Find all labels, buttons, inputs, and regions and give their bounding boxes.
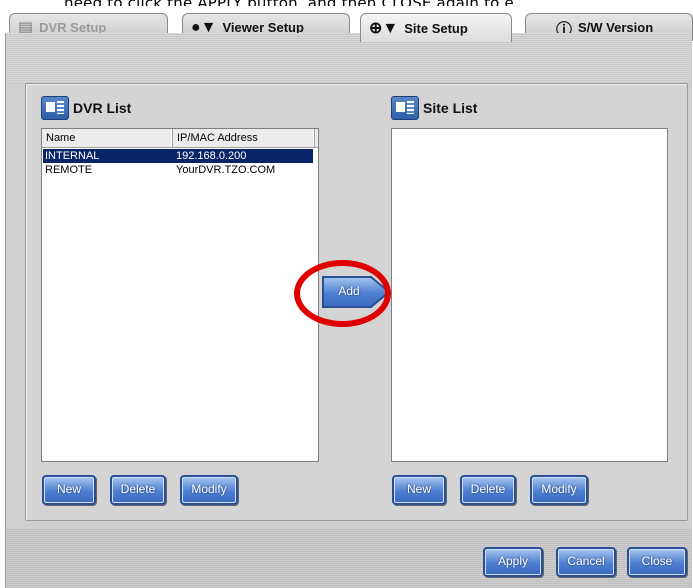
column-header-name[interactable]: Name (42, 129, 173, 147)
row-name: INTERNAL (45, 150, 100, 162)
dvr-list-header: Name IP/MAC Address (42, 129, 318, 148)
row-name: REMOTE (45, 164, 93, 176)
row-address: YourDVR.TZO.COM (176, 164, 276, 176)
dvr-list-heading: DVR List (41, 96, 131, 120)
column-header-ip-mac[interactable]: IP/MAC Address (173, 129, 315, 147)
footer-bar: Apply Cancel Close (6, 528, 692, 588)
close-button[interactable]: Close (627, 547, 687, 577)
dvr-list-icon (41, 96, 69, 120)
dvr-list-table[interactable]: Name IP/MAC Address INTERNAL 192.168.0.2… (41, 128, 319, 462)
site-modify-button[interactable]: Modify (530, 475, 588, 505)
dvr-new-button[interactable]: New (42, 475, 96, 505)
cancel-button[interactable]: Cancel (556, 547, 616, 577)
header-band (6, 33, 692, 83)
dvr-modify-button[interactable]: Modify (180, 475, 238, 505)
row-address: 192.168.0.200 (176, 150, 247, 162)
site-icon: ⊕▼ (369, 20, 399, 37)
site-list-heading: Site List (391, 96, 477, 120)
dvr-delete-button[interactable]: Delete (110, 475, 166, 505)
apply-button[interactable]: Apply (483, 547, 543, 577)
tab-bar: ▤ DVR Setup ●▼ Viewer Setup ⊕▼ Site Setu… (0, 6, 693, 42)
tab-site-setup-label: Site Setup (404, 20, 468, 36)
table-row[interactable]: REMOTE YourDVR.TZO.COM (43, 163, 313, 177)
highlight-circle (294, 260, 391, 327)
table-row[interactable]: INTERNAL 192.168.0.200 (43, 149, 313, 163)
tab-site-setup[interactable]: ⊕▼ Site Setup (360, 13, 512, 42)
site-list-title: Site List (423, 100, 478, 116)
dvr-list-title: DVR List (73, 100, 132, 116)
site-list-box[interactable] (391, 128, 668, 462)
site-delete-button[interactable]: Delete (460, 475, 516, 505)
site-new-button[interactable]: New (392, 475, 446, 505)
site-list-icon (391, 96, 419, 120)
